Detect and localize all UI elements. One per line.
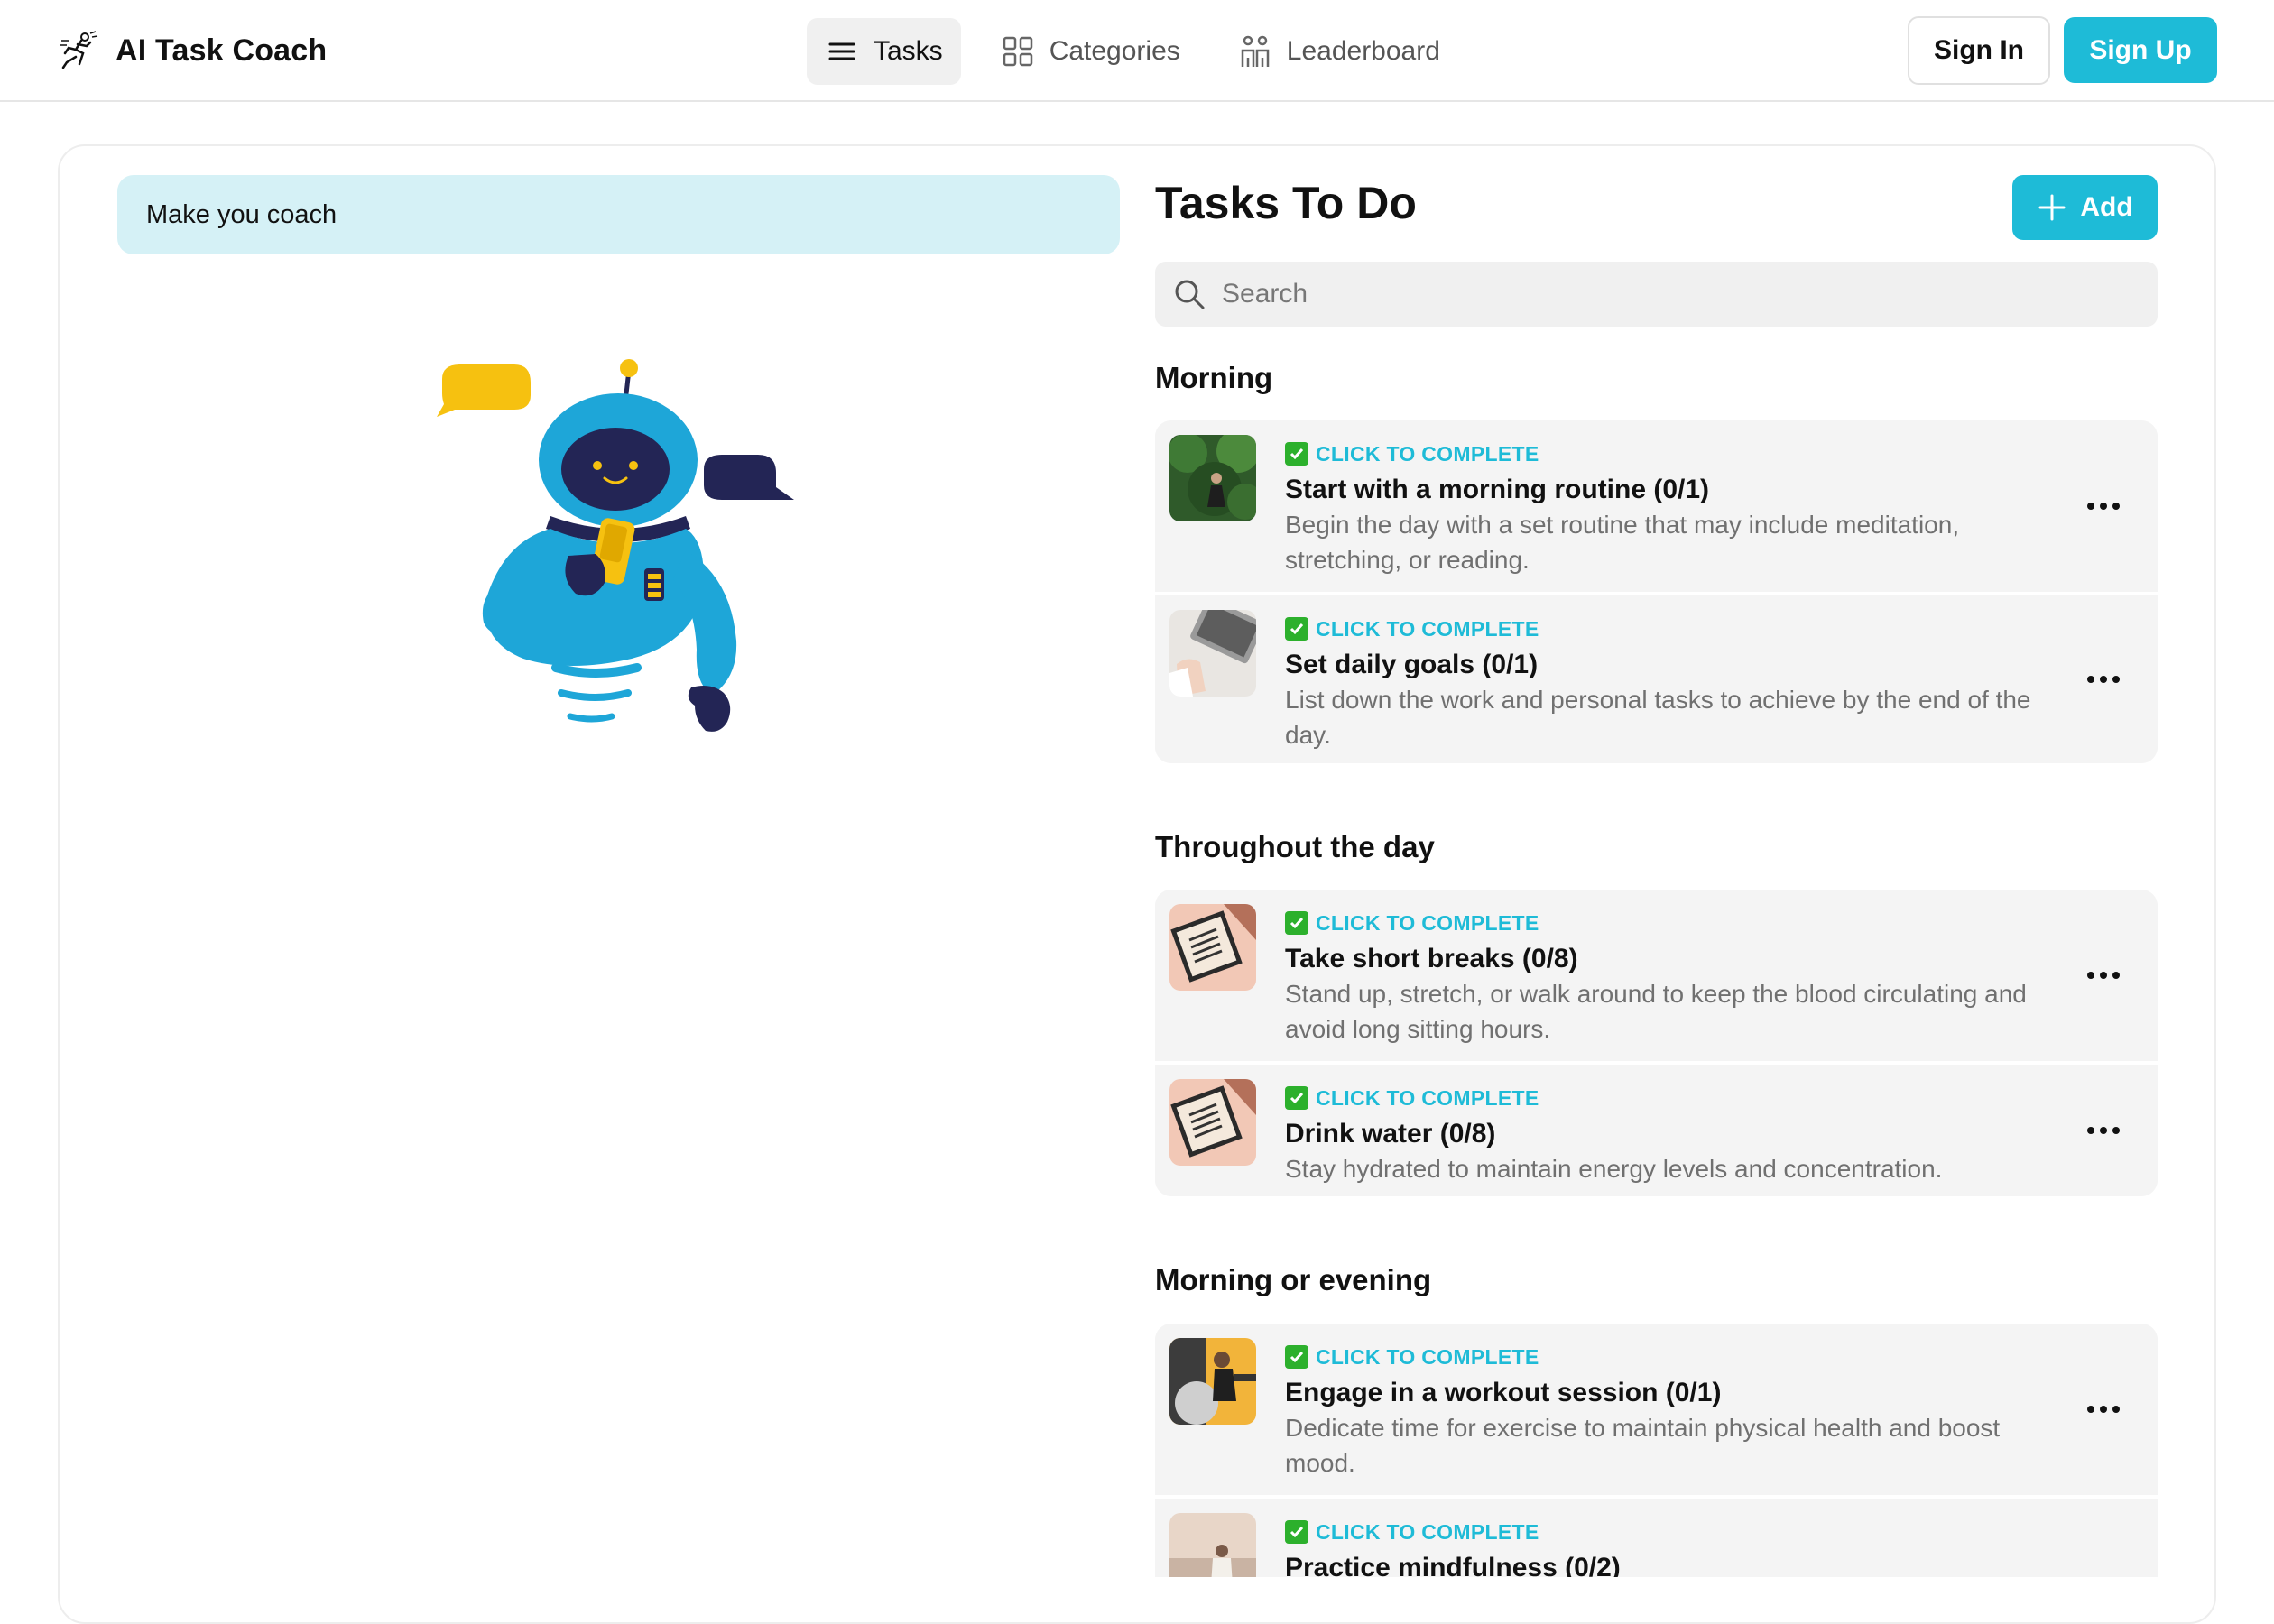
click-to-complete-label: CLICK TO COMPLETE (1316, 616, 1539, 641)
people-icon (1241, 35, 1270, 67)
laptop-desk-photo-image (1169, 610, 1256, 697)
task-thumbnail (1169, 1079, 1256, 1166)
task-title: Practice mindfulness (0/2) (1285, 1553, 1621, 1577)
check-mark-icon (1285, 1520, 1308, 1544)
task-group-morning-or-evening: CLICK TO COMPLETE Engage in a workout se… (1155, 1324, 2158, 1577)
click-to-complete[interactable]: CLICK TO COMPLETE (1285, 440, 2057, 467)
grid-icon (1003, 36, 1032, 67)
task-description: Stand up, stretch, or walk around to kee… (1285, 980, 2027, 1043)
nav-categories-label: Categories (1049, 36, 1180, 66)
click-to-complete[interactable]: CLICK TO COMPLETE (1285, 1518, 2057, 1546)
task-group-morning: CLICK TO COMPLETE Start with a morning r… (1155, 420, 2158, 763)
sign-in-button[interactable]: Sign In (1908, 16, 2050, 85)
task-thumbnail (1169, 610, 1256, 697)
task-title: Take short breaks (0/8) (1285, 944, 1578, 973)
self-care-sign-photo-image (1169, 904, 1256, 991)
workout-photo-image (1169, 1338, 1256, 1425)
task-description: Dedicate time for exercise to maintain p… (1285, 1414, 2001, 1477)
click-to-complete-label: CLICK TO COMPLETE (1316, 1344, 1539, 1369)
more-options-icon[interactable] (2085, 501, 2121, 512)
task-item[interactable]: CLICK TO COMPLETE Engage in a workout se… (1155, 1324, 2158, 1495)
mindfulness-photo-image (1169, 1513, 1256, 1577)
more-options-icon[interactable] (2085, 1404, 2121, 1415)
check-mark-icon (1285, 617, 1308, 641)
add-task-button[interactable]: Add (2012, 175, 2158, 240)
task-group-throughout-the-day: CLICK TO COMPLETE Take short breaks (0/8… (1155, 890, 2158, 1196)
task-thumbnail (1169, 435, 1256, 521)
task-search[interactable] (1155, 262, 2158, 327)
nav-tasks[interactable]: Tasks (807, 18, 961, 85)
task-item[interactable]: CLICK TO COMPLETE Start with a morning r… (1155, 420, 2158, 592)
click-to-complete-label: CLICK TO COMPLETE (1316, 910, 1539, 935)
more-options-icon[interactable] (2085, 1125, 2121, 1136)
section-title-throughout-the-day: Throughout the day (1155, 830, 1435, 863)
task-item[interactable]: CLICK TO COMPLETE Take short breaks (0/8… (1155, 890, 2158, 1061)
task-title: Engage in a workout session (0/1) (1285, 1378, 1722, 1407)
check-mark-icon (1285, 1345, 1308, 1369)
nav-tasks-label: Tasks (874, 36, 943, 66)
check-mark-icon (1285, 1086, 1308, 1110)
brand[interactable]: AI Task Coach (58, 27, 327, 74)
task-description: Begin the day with a set routine that ma… (1285, 511, 1960, 574)
more-options-icon[interactable] (2085, 674, 2121, 685)
section-title-morning-or-evening: Morning or evening (1155, 1263, 1432, 1296)
main-nav: Tasks Categories Leaderboard (807, 18, 1458, 85)
coach-prompt-box[interactable]: Make you coach (117, 175, 1120, 254)
forest-photo-image (1169, 435, 1256, 521)
check-mark-icon (1285, 442, 1308, 466)
task-description: List down the work and personal tasks to… (1285, 686, 2031, 749)
plus-icon (2038, 194, 2066, 221)
tasks-title: Tasks To Do (1155, 178, 1417, 228)
runner-logo-icon (60, 31, 98, 69)
task-item[interactable]: CLICK TO COMPLETE Set daily goals (0/1) … (1155, 592, 2158, 763)
nav-categories[interactable]: Categories (983, 18, 1198, 85)
nav-leaderboard[interactable]: Leaderboard (1220, 18, 1458, 85)
click-to-complete-label: CLICK TO COMPLETE (1316, 1085, 1539, 1110)
task-thumbnail (1169, 1338, 1256, 1425)
list-icon (828, 42, 855, 60)
add-task-label: Add (2080, 192, 2133, 222)
click-to-complete[interactable]: CLICK TO COMPLETE (1285, 1343, 2057, 1370)
click-to-complete[interactable]: CLICK TO COMPLETE (1285, 909, 2057, 937)
click-to-complete[interactable]: CLICK TO COMPLETE (1285, 1084, 2057, 1112)
top-navigation-bar: AI Task Coach Tasks Categories Leaderboa… (0, 0, 2274, 102)
task-title: Start with a morning routine (0/1) (1285, 475, 1710, 504)
nav-leaderboard-label: Leaderboard (1286, 36, 1440, 66)
click-to-complete-label: CLICK TO COMPLETE (1316, 1519, 1539, 1544)
brand-title: AI Task Coach (116, 32, 328, 68)
task-item[interactable]: CLICK TO COMPLETE Drink water (0/8) Stay… (1155, 1061, 2158, 1196)
search-icon (1175, 280, 1205, 309)
task-item[interactable]: CLICK TO COMPLETE Practice mindfulness (… (1155, 1495, 2158, 1577)
robot-coach-illustration (437, 359, 794, 732)
task-description: Stay hydrated to maintain energy levels … (1285, 1155, 1943, 1183)
task-thumbnail (1169, 1513, 1256, 1577)
click-to-complete-label: CLICK TO COMPLETE (1316, 441, 1539, 466)
more-options-icon[interactable] (2085, 970, 2121, 981)
task-thumbnail (1169, 904, 1256, 991)
sign-up-button[interactable]: Sign Up (2064, 17, 2217, 83)
self-care-sign-photo-image (1169, 1079, 1256, 1166)
section-title-morning: Morning (1155, 361, 1273, 394)
coach-prompt-text: Make you coach (146, 199, 337, 229)
click-to-complete[interactable]: CLICK TO COMPLETE (1285, 615, 2057, 642)
search-input[interactable] (1222, 279, 2124, 309)
task-title: Set daily goals (0/1) (1285, 650, 1539, 679)
task-title: Drink water (0/8) (1285, 1119, 1496, 1149)
check-mark-icon (1285, 911, 1308, 935)
